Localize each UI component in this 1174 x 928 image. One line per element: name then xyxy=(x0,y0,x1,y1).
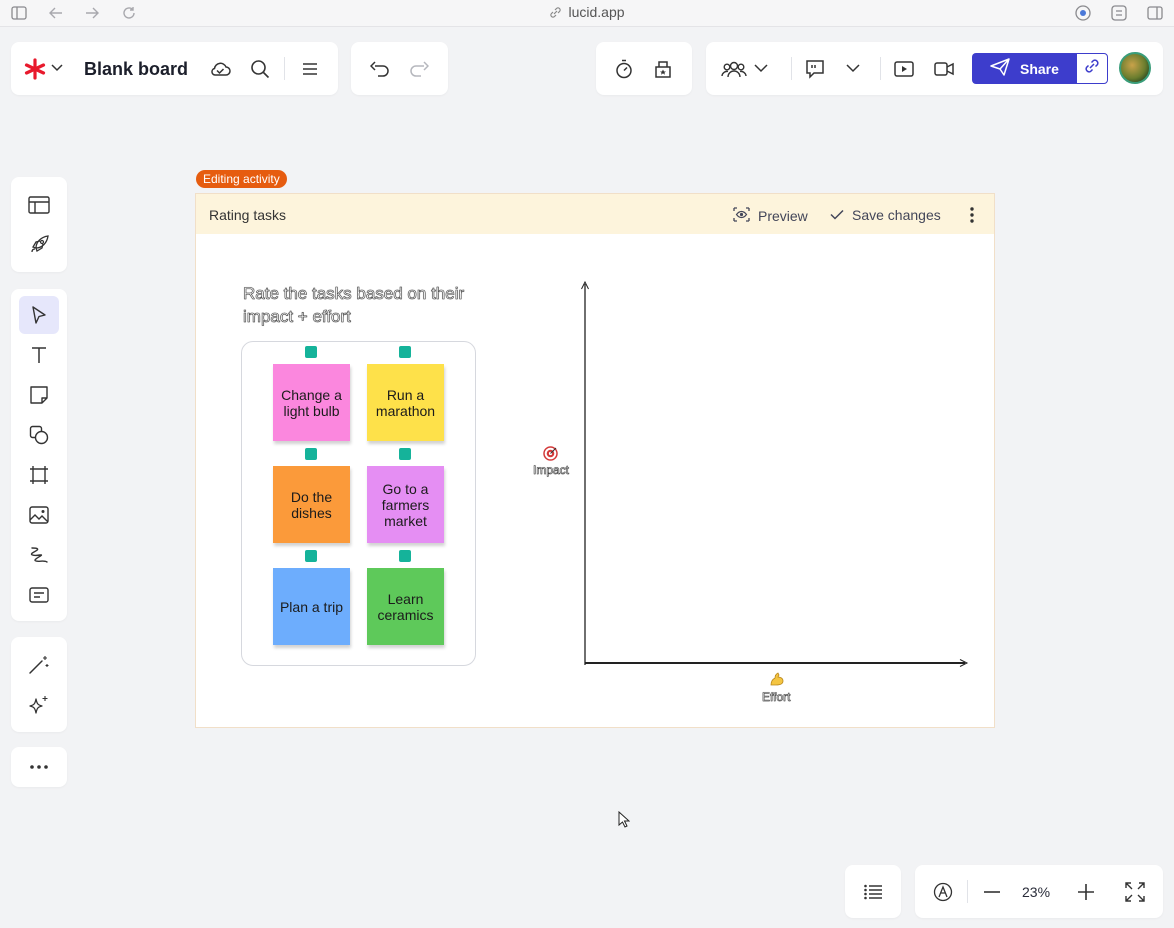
save-changes-button[interactable]: Save changes xyxy=(830,207,941,223)
chevron-down-icon[interactable] xyxy=(49,60,65,76)
editing-activity-badge: Editing activity xyxy=(196,170,287,188)
drag-handle-icon[interactable] xyxy=(399,448,411,460)
undo-icon[interactable] xyxy=(368,57,392,81)
activity-title[interactable]: Rating tasks xyxy=(209,207,286,223)
toolbar-divider xyxy=(791,57,792,80)
link-icon xyxy=(549,6,562,22)
board-title[interactable]: Blank board xyxy=(84,59,188,80)
copy-link-button[interactable] xyxy=(1076,53,1108,84)
save-changes-label: Save changes xyxy=(852,207,941,223)
navigation-mode-icon[interactable] xyxy=(931,880,955,904)
timer-icon[interactable] xyxy=(612,57,636,81)
flexed-bicep-icon xyxy=(769,672,785,692)
shapes-icon[interactable] xyxy=(19,416,59,454)
url-text: lucid.app xyxy=(568,4,625,20)
sticky-note[interactable]: Change a light bulb xyxy=(273,364,350,441)
chevron-down-icon[interactable] xyxy=(753,60,769,76)
sticky-note[interactable]: Go to a farmers market xyxy=(367,466,444,543)
mouse-cursor-icon xyxy=(618,810,631,833)
activity-header: Rating tasks Preview Save changes xyxy=(196,194,994,234)
zoom-in-icon[interactable] xyxy=(1074,880,1098,904)
activity-prompt: Rate the tasks based on their impact + e… xyxy=(243,284,465,327)
list-icon[interactable] xyxy=(861,880,885,904)
avatar[interactable] xyxy=(1119,52,1151,84)
drag-handle-icon[interactable] xyxy=(399,346,411,358)
card-icon[interactable] xyxy=(19,576,59,614)
address-bar[interactable]: lucid.app xyxy=(0,4,1174,22)
kebab-menu-icon[interactable] xyxy=(965,206,979,224)
templates-icon[interactable] xyxy=(19,186,59,224)
sticky-note[interactable]: Do the dishes xyxy=(273,466,350,543)
extension-icon[interactable] xyxy=(1074,4,1092,22)
image-icon[interactable] xyxy=(19,496,59,534)
redo-icon[interactable] xyxy=(407,57,431,81)
lucid-logo-icon[interactable] xyxy=(23,57,47,81)
x-axis xyxy=(585,659,969,667)
drag-handle-icon[interactable] xyxy=(305,346,317,358)
search-icon[interactable] xyxy=(248,57,272,81)
sparkle-icon[interactable] xyxy=(19,686,59,724)
pen-tool-icon[interactable] xyxy=(19,536,59,574)
preview-eye-icon xyxy=(733,207,750,225)
voting-ballot-icon[interactable] xyxy=(651,57,675,81)
drag-handle-icon[interactable] xyxy=(399,550,411,562)
preview-button[interactable]: Preview xyxy=(733,207,808,225)
check-icon xyxy=(830,207,844,223)
rocket-icon[interactable] xyxy=(19,226,59,264)
magic-wand-icon[interactable] xyxy=(19,646,59,684)
split-view-icon[interactable] xyxy=(1146,4,1164,22)
share-label: Share xyxy=(1020,60,1059,77)
menu-icon[interactable] xyxy=(298,57,322,81)
sticky-note[interactable]: Run a marathon xyxy=(367,364,444,441)
send-icon xyxy=(990,58,1010,79)
sticky-note[interactable]: Plan a trip xyxy=(273,568,350,645)
zoom-level[interactable]: 23% xyxy=(1022,884,1050,900)
toolbar-divider xyxy=(284,57,285,80)
comment-icon[interactable] xyxy=(803,57,827,81)
sticky-note-icon[interactable] xyxy=(19,376,59,414)
browser-toolbar: lucid.app xyxy=(0,0,1174,27)
zoom-panel: 23% xyxy=(915,865,1163,918)
history-toolbar xyxy=(351,42,448,95)
x-axis-label: Effort xyxy=(762,690,791,705)
select-tool-icon[interactable] xyxy=(19,296,59,334)
video-call-icon[interactable] xyxy=(932,57,956,81)
text-tool-icon[interactable] xyxy=(19,336,59,374)
outline-panel xyxy=(845,865,901,918)
cloud-saved-icon[interactable] xyxy=(208,57,232,81)
impact-effort-axes xyxy=(581,280,969,667)
toolbar-divider xyxy=(880,57,881,80)
tab-overview-icon[interactable] xyxy=(1110,4,1128,22)
document-toolbar: Blank board xyxy=(11,42,338,95)
drag-handle-icon[interactable] xyxy=(305,448,317,460)
preview-label: Preview xyxy=(758,208,808,224)
present-icon[interactable] xyxy=(892,57,916,81)
y-axis xyxy=(581,280,589,665)
facilitation-toolbar xyxy=(596,42,692,95)
frame-tool-icon[interactable] xyxy=(19,456,59,494)
zoom-out-icon[interactable] xyxy=(980,880,1004,904)
toolbar-divider xyxy=(967,880,968,903)
share-button[interactable]: Share xyxy=(972,53,1076,84)
y-axis-label: Impact xyxy=(533,463,570,478)
drag-handle-icon[interactable] xyxy=(305,550,317,562)
more-icon[interactable] xyxy=(19,748,59,786)
chevron-down-icon[interactable] xyxy=(845,60,861,76)
fit-to-screen-icon[interactable] xyxy=(1123,880,1147,904)
collaborators-icon[interactable] xyxy=(720,57,748,81)
sticky-note[interactable]: Learn ceramics xyxy=(367,568,444,645)
link-icon xyxy=(1083,57,1101,80)
